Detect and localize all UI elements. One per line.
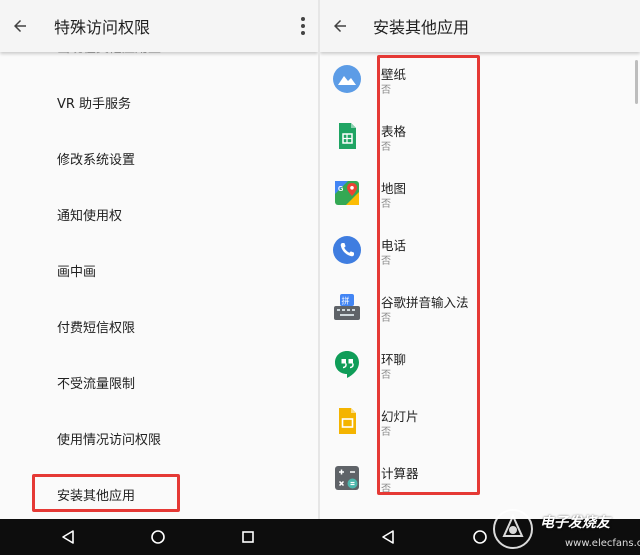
triangle-back-icon [62,530,74,544]
svg-text:G: G [338,186,344,193]
list-item-unrestricted-data[interactable]: 不受流量限制 [0,354,318,410]
list-item-premium-sms[interactable]: 付费短信权限 [0,298,318,354]
nav-back-button-right[interactable] [378,527,398,547]
square-recents-icon [242,531,254,543]
list-item-phone[interactable]: 电话 否 [320,223,640,280]
slides-icon [332,406,362,436]
list-item-picture-in-picture[interactable]: 画中画 [0,242,318,298]
back-button[interactable] [320,0,360,52]
more-options-icon[interactable] [296,14,310,38]
nav-home-button-right[interactable] [470,527,490,547]
watermark-url: www.elecfans.com [565,538,640,549]
calculator-icon [332,463,362,493]
page-title: 安装其他应用 [373,18,470,37]
phone-icon [332,235,362,265]
list-item-notification-access[interactable]: 通知使用权 [0,186,318,242]
list-item-modify-system-settings[interactable]: 修改系统设置 [0,130,318,186]
list-item-slides[interactable]: 幻灯片 否 [320,394,640,451]
list-item-wallpaper[interactable]: 壁纸 否 [320,52,640,109]
maps-icon: G [332,178,362,208]
list-item-calculator[interactable]: 计算器 否 [320,451,640,508]
back-arrow-icon [334,20,346,32]
sheets-icon [332,121,362,151]
watermark-text: 电子发烧友 [540,515,610,531]
nav-recents-button[interactable] [238,527,258,547]
hangouts-icon [332,349,362,379]
highlight-box [377,55,480,495]
list-item-vr-helper[interactable]: VR 助手服务 [0,74,318,130]
special-access-screen: 特殊访问权限 出现在其他应用上 VR 助手服务 修改系统设置 通知使用权 画中画… [0,0,318,519]
page-title: 特殊访问权限 [54,18,151,37]
list-item-sheets[interactable]: 表格 否 [320,109,640,166]
list-item-pinyin-ime[interactable]: 拼 谷歌拼音输入法 否 [320,280,640,337]
pinyin-ime-icon: 拼 [332,292,362,322]
app-bar: 特殊访问权限 [0,0,318,52]
list-item-maps[interactable]: G 地图 否 [320,166,640,223]
circle-home-icon [473,530,487,544]
svg-text:拼: 拼 [342,296,350,306]
triangle-back-icon [382,530,394,544]
back-button[interactable] [0,0,40,52]
list-item-usage-access[interactable]: 使用情况访问权限 [0,410,318,466]
app-bar: 安装其他应用 [320,0,640,52]
nav-back-button[interactable] [58,527,78,547]
dual-screen-container: 特殊访问权限 出现在其他应用上 VR 助手服务 修改系统设置 通知使用权 画中画… [0,0,640,519]
back-arrow-icon [14,20,26,32]
circle-home-icon [151,530,165,544]
list-item-hangouts[interactable]: 环聊 否 [320,337,640,394]
watermark-logo [493,509,533,549]
highlight-box [32,474,180,512]
wallpaper-icon [332,64,362,94]
nav-home-button[interactable] [148,527,168,547]
install-other-apps-screen: 安装其他应用 壁纸 否 表格 否 G 地图 否 电话 否 拼 谷歌拼音输入法 否… [318,0,640,519]
